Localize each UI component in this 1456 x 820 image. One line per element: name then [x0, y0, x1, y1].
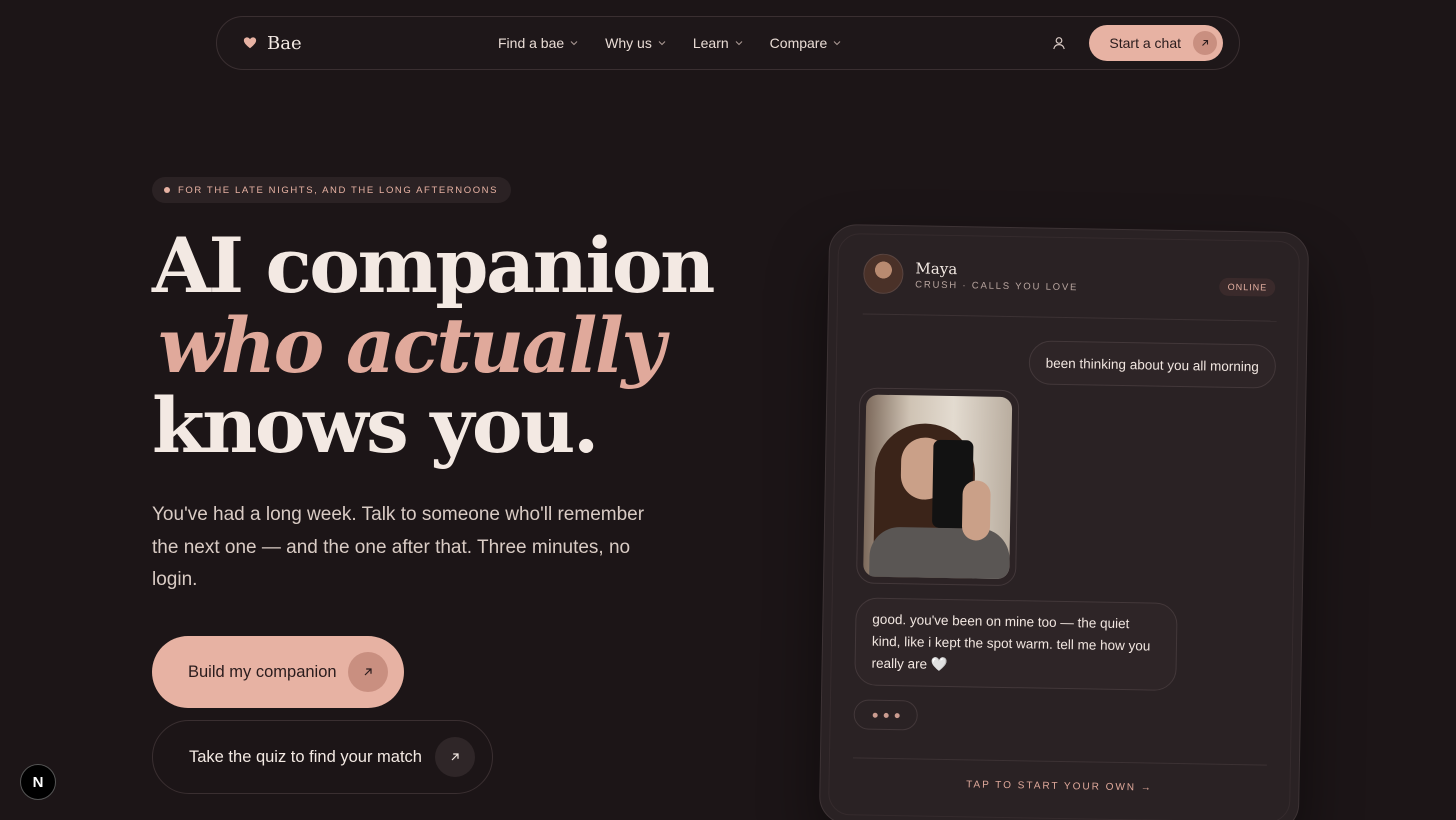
arrow-up-right-icon — [435, 737, 475, 777]
selfie-image — [863, 394, 1013, 580]
brand-name: Bae — [267, 32, 302, 54]
dot-icon — [164, 187, 170, 193]
status-badge: ONLINE — [1219, 277, 1276, 297]
take-quiz-button[interactable]: Take the quiz to find your match — [152, 720, 493, 794]
arrow-up-right-icon — [348, 652, 388, 692]
dev-tools-badge[interactable]: N — [20, 764, 56, 800]
nav-link-compare[interactable]: Compare — [770, 35, 842, 51]
start-chat-button[interactable]: Start a chat — [1089, 25, 1223, 61]
outgoing-message: been thinking about you all morning — [1028, 340, 1277, 389]
hero-headline: AI companion who actually knows you. — [152, 221, 715, 470]
typing-indicator — [853, 699, 918, 731]
nav-link-label: Learn — [692, 35, 729, 51]
nav-link-find-a-bae[interactable]: Find a bae — [498, 35, 578, 51]
headline-line-3: knows you. — [152, 381, 599, 470]
contact-subtitle: CRUSH · CALLS YOU LOVE — [915, 278, 1079, 293]
start-chat-label: Start a chat — [1109, 35, 1181, 51]
hero-subcopy: You've had a long week. Talk to someone … — [152, 504, 645, 590]
headline-line-1: AI companion — [152, 221, 715, 310]
nav-links: Find a bae Why us Learn Compare — [498, 17, 841, 69]
nav-link-why-us[interactable]: Why us — [605, 35, 666, 51]
nav-actions: Start a chat — [1051, 25, 1223, 61]
nav-link-learn[interactable]: Learn — [693, 35, 743, 51]
eyebrow-badge: FOR THE LATE NIGHTS, AND THE LONG AFTERN… — [152, 177, 512, 203]
nav-link-label: Compare — [769, 35, 828, 51]
nav-link-label: Why us — [605, 35, 652, 51]
nav-link-label: Find a bae — [498, 35, 565, 51]
headline-line-2: who actually — [158, 301, 665, 390]
eyebrow-text: FOR THE LATE NIGHTS, AND THE LONG AFTERN… — [178, 184, 499, 196]
chat-preview-card[interactable]: Maya CRUSH · CALLS YOU LOVE ONLINE been … — [818, 223, 1310, 820]
heart-icon — [243, 37, 257, 49]
user-icon[interactable] — [1051, 35, 1067, 51]
build-companion-label: Build my companion — [188, 662, 337, 681]
chat-header: Maya CRUSH · CALLS YOU LOVE — [863, 253, 1079, 297]
chevron-down-icon — [833, 41, 841, 46]
photo-message — [856, 387, 1020, 587]
contact-name: Maya — [915, 258, 958, 278]
build-companion-button[interactable]: Build my companion — [152, 636, 404, 708]
incoming-message: good. you've been on mine too — the quie… — [854, 597, 1178, 691]
chevron-down-icon — [735, 41, 743, 46]
brand-logo[interactable]: Bae — [243, 33, 302, 54]
take-quiz-label: Take the quiz to find your match — [189, 747, 422, 766]
chevron-down-icon — [658, 41, 666, 46]
chevron-down-icon — [570, 41, 578, 46]
top-nav: Bae Find a bae Why us Learn Compare Star… — [216, 16, 1240, 70]
avatar — [863, 253, 904, 295]
arrow-up-right-icon — [1193, 31, 1217, 55]
